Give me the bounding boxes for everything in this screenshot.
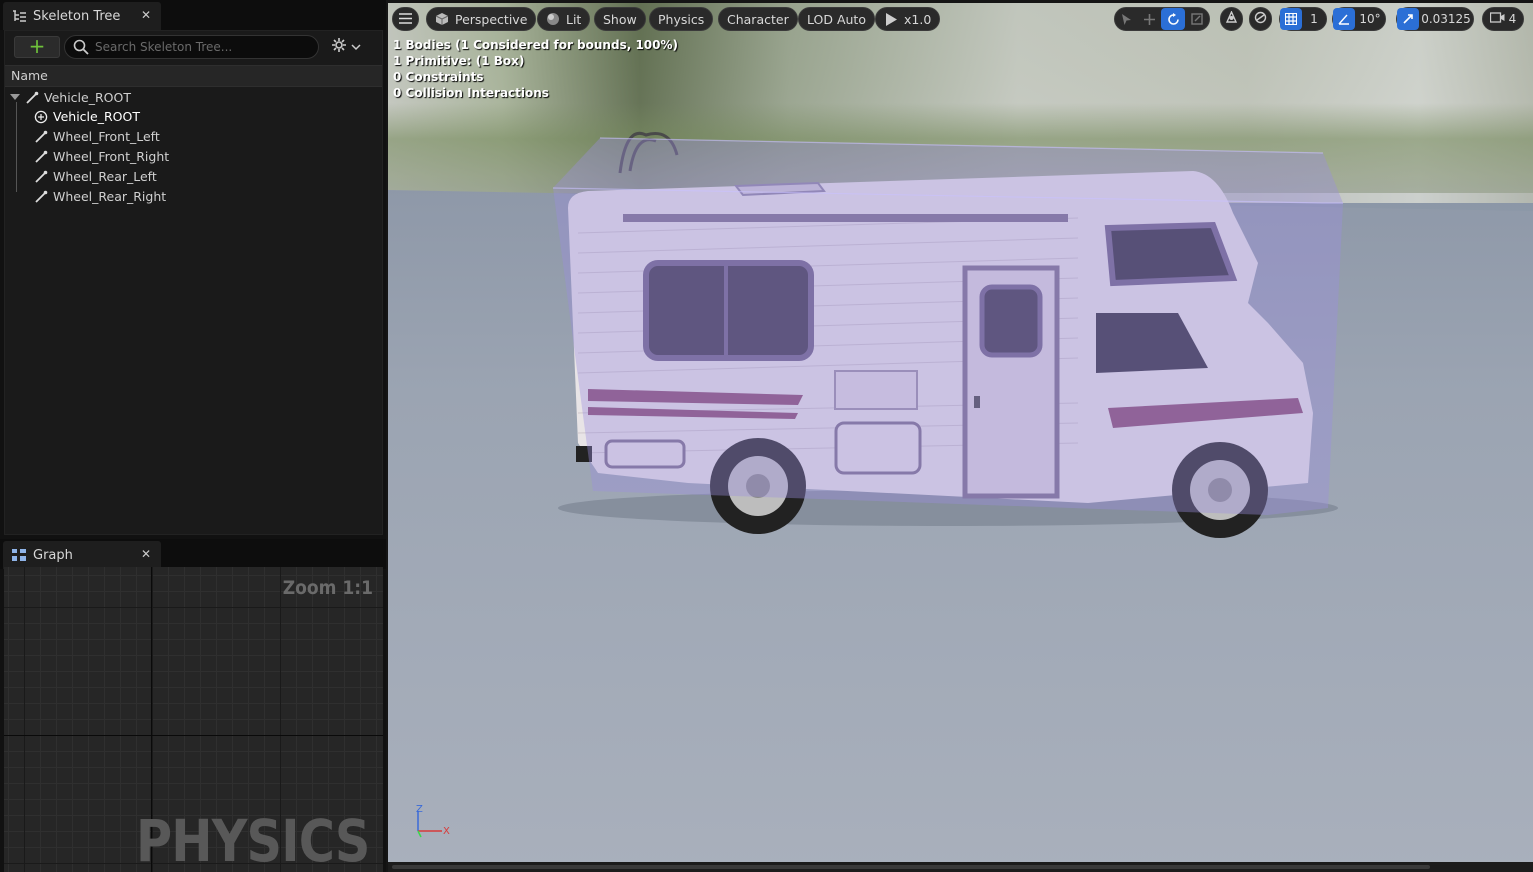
- tree-item-label: Wheel_Front_Right: [53, 149, 170, 164]
- physics-stats: 1 Bodies (1 Considered for bounds, 100%)…: [393, 37, 678, 101]
- bone-icon: [34, 190, 48, 204]
- body-icon: [34, 110, 48, 124]
- sphere-icon: [546, 12, 560, 26]
- lit-button[interactable]: Lit: [537, 7, 591, 31]
- expand-arrow-icon[interactable]: [10, 94, 20, 100]
- graph-icon: [11, 548, 27, 562]
- left-panels: Skeleton Tree ✕ + Name: [0, 0, 386, 872]
- play-speed-label: x1.0: [904, 11, 932, 27]
- column-header-name[interactable]: Name: [5, 65, 382, 87]
- character-label: Character: [727, 11, 789, 27]
- lod-label: LOD Auto: [807, 11, 866, 27]
- translate-icon[interactable]: [1138, 8, 1161, 30]
- select-icon[interactable]: [1115, 8, 1138, 30]
- hamburger-icon: [399, 12, 412, 27]
- z-axis-label: Z: [416, 804, 423, 815]
- skeleton-tree-list: Vehicle_ROOT Vehicle_ROOT Wheel_Front_Le…: [5, 88, 382, 206]
- play-icon: [884, 12, 898, 26]
- bone-icon: [34, 170, 48, 184]
- graph-canvas[interactable]: Zoom 1:1 PHYSICS: [4, 567, 383, 872]
- surface-snap-toggle[interactable]: [1249, 7, 1272, 31]
- grid-icon[interactable]: [1280, 8, 1302, 30]
- zoom-level: Zoom 1:1: [282, 577, 373, 599]
- tree-item-label: Vehicle_ROOT: [44, 90, 131, 105]
- search-input[interactable]: [95, 40, 305, 54]
- physics-label: Physics: [658, 11, 705, 27]
- grid-snap[interactable]: 1: [1279, 7, 1327, 31]
- world-space-icon: [1225, 10, 1238, 27]
- physics-button[interactable]: Physics: [649, 7, 714, 31]
- scale-icon[interactable]: [1185, 8, 1208, 30]
- tab-skeleton-tree[interactable]: Skeleton Tree ✕: [3, 2, 161, 30]
- scale-snap-icon[interactable]: [1397, 8, 1419, 30]
- list-item[interactable]: Wheel_Front_Right: [5, 147, 382, 166]
- lit-label: Lit: [566, 11, 582, 27]
- scale-snap-value[interactable]: 0.03125: [1419, 8, 1473, 30]
- stat-bodies: 1 Bodies (1 Considered for bounds, 100%): [393, 38, 678, 52]
- tree-item-label: Wheel_Front_Left: [53, 129, 160, 144]
- search-box[interactable]: [64, 35, 319, 59]
- gear-icon: [331, 37, 347, 57]
- tree-item-label: Vehicle_ROOT: [53, 109, 140, 124]
- bone-icon: [34, 150, 48, 164]
- settings-dropdown[interactable]: [331, 38, 365, 56]
- cube-icon: [435, 12, 449, 26]
- skeleton-tree-tabbar: Skeleton Tree ✕: [0, 0, 386, 30]
- grid-size-value[interactable]: 1: [1302, 8, 1326, 30]
- world-local-toggle[interactable]: [1220, 7, 1243, 31]
- x-axis-label: X: [443, 826, 450, 837]
- close-icon[interactable]: ✕: [141, 547, 151, 561]
- bone-icon: [25, 91, 39, 105]
- chevron-down-icon: [351, 39, 361, 55]
- viewport-scrollbar[interactable]: [388, 862, 1533, 872]
- vehicle-mesh[interactable]: [388, 3, 1533, 872]
- viewport[interactable]: Perspective Lit Show Physics Character L…: [388, 3, 1533, 872]
- camera-speed[interactable]: 4: [1482, 7, 1524, 31]
- perspective-label: Perspective: [455, 11, 528, 27]
- list-item[interactable]: Wheel_Front_Left: [5, 127, 382, 146]
- tree-item-label: Wheel_Rear_Left: [53, 169, 157, 184]
- scale-snap[interactable]: 0.03125: [1396, 7, 1474, 31]
- character-button[interactable]: Character: [718, 7, 798, 31]
- graph-tabbar: Graph ✕: [0, 539, 386, 569]
- stat-constraints: 0 Constraints: [393, 70, 484, 84]
- stat-collisions: 0 Collision Interactions: [393, 86, 549, 100]
- show-label: Show: [603, 11, 637, 27]
- graph-watermark: PHYSICS: [136, 807, 370, 872]
- close-icon[interactable]: ✕: [141, 8, 151, 22]
- list-item[interactable]: Vehicle_ROOT: [5, 88, 382, 107]
- transform-tools: [1114, 7, 1210, 31]
- list-item[interactable]: Wheel_Rear_Right: [5, 187, 382, 206]
- surface-snap-icon: [1254, 11, 1267, 27]
- tab-label: Skeleton Tree: [33, 8, 121, 24]
- camera-speed-value: 4: [1508, 12, 1517, 26]
- viewport-menu-button[interactable]: [392, 7, 419, 31]
- list-item[interactable]: Wheel_Rear_Left: [5, 167, 382, 186]
- skeleton-tree-toolbar: +: [5, 31, 382, 61]
- list-item[interactable]: Vehicle_ROOT: [5, 107, 382, 126]
- bone-icon: [34, 130, 48, 144]
- graph-axis-horizontal: [4, 735, 383, 736]
- camera-icon: [1489, 12, 1505, 26]
- skeleton-tree-icon: [11, 9, 27, 23]
- scrollbar-thumb[interactable]: [392, 865, 1430, 869]
- tab-label: Graph: [33, 547, 73, 563]
- skeleton-tree-panel: + Name: [4, 30, 383, 535]
- add-button[interactable]: +: [14, 36, 60, 58]
- rotate-icon[interactable]: [1161, 8, 1185, 30]
- tree-item-label: Wheel_Rear_Right: [53, 189, 167, 204]
- perspective-button[interactable]: Perspective: [426, 7, 537, 31]
- angle-icon[interactable]: [1333, 8, 1355, 30]
- rotation-snap[interactable]: 10°: [1332, 7, 1386, 31]
- rotation-snap-value[interactable]: 10°: [1355, 8, 1385, 30]
- play-speed-button[interactable]: x1.0: [875, 7, 941, 31]
- lod-button[interactable]: LOD Auto: [798, 7, 875, 31]
- axis-gizmo: Z X: [412, 803, 452, 843]
- tab-graph[interactable]: Graph ✕: [3, 541, 161, 569]
- show-button[interactable]: Show: [594, 7, 646, 31]
- stat-primitives: 1 Primitive: (1 Box): [393, 54, 525, 68]
- search-icon: [73, 39, 89, 55]
